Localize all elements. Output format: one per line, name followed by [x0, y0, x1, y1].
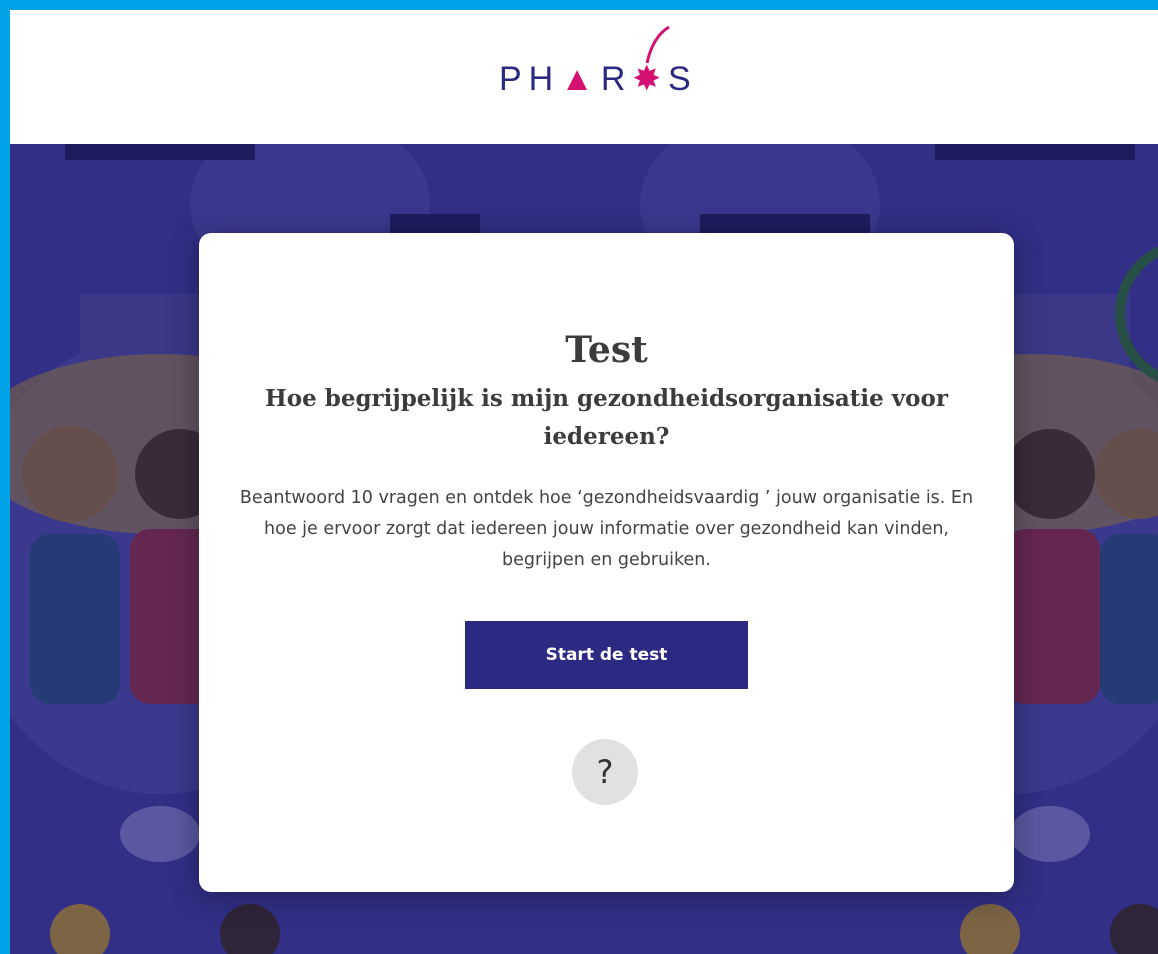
intro-card: Test Hoe begrijpelijk is mijn gezondheid… — [199, 233, 1014, 892]
page-subtitle: Hoe begrijpelijk is mijn gezondheidsorga… — [265, 385, 948, 450]
start-test-button[interactable]: Start de test — [465, 621, 748, 689]
question-mark-icon: ? — [596, 753, 614, 791]
logo-text-left: PH — [499, 60, 561, 98]
intro-description: Beantwoord 10 vragen en ontdek hoe ‘gezo… — [239, 488, 974, 570]
help-button[interactable]: ? — [572, 739, 638, 805]
page-title: Test — [565, 329, 648, 371]
lighthouse-icon — [645, 25, 670, 64]
logo-text-end: S — [667, 60, 698, 98]
site-header: PH▲R✸S — [10, 10, 1158, 144]
window-frame-top — [0, 0, 1158, 10]
window-frame-left — [0, 0, 10, 954]
logo-wordmark: PH▲R✸S — [499, 59, 698, 99]
logo-star-icon: ✸ — [632, 60, 668, 98]
logo-text-right: R — [600, 60, 633, 98]
pharos-logo[interactable]: PH▲R✸S — [499, 25, 739, 105]
logo-lighthouse-letter: ▲ — [560, 60, 601, 98]
